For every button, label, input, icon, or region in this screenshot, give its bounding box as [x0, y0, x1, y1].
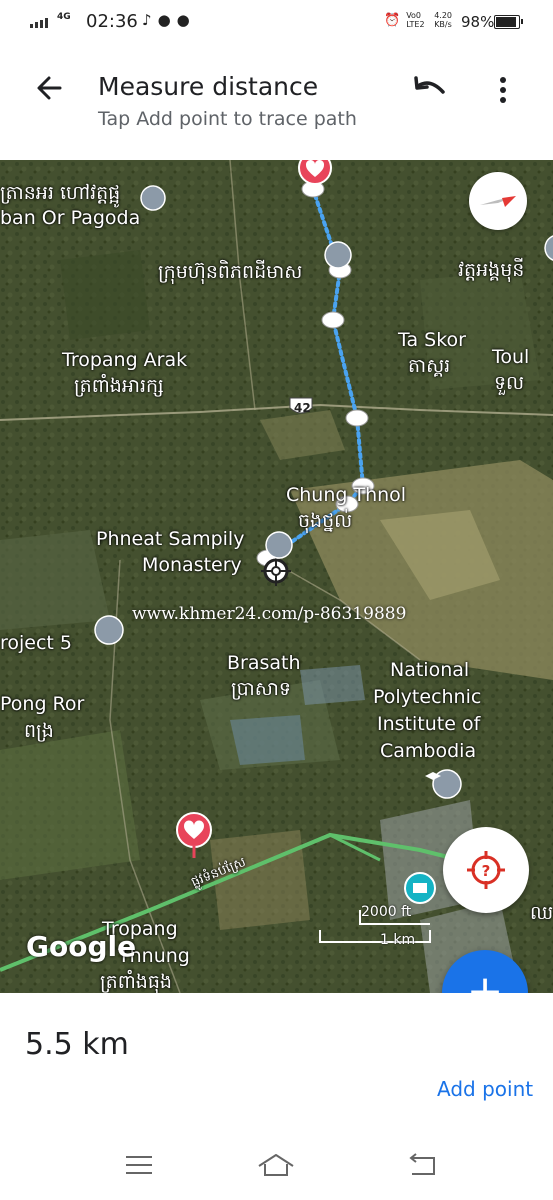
- map-label: ចុងថ្នល់: [298, 510, 353, 532]
- map-label: ត្រពាំងធុង: [100, 971, 172, 993]
- place-pin-icon: [265, 531, 293, 559]
- map-label: Ta Skor: [398, 329, 466, 351]
- map-label: Toul: [492, 346, 530, 368]
- map-label: Monastery: [142, 554, 242, 576]
- system-nav-bar: [0, 1128, 553, 1200]
- map-label: ពង្រ: [24, 720, 54, 742]
- map-label: ឈ: [530, 902, 553, 924]
- map-label: Phneat Sampily: [96, 528, 245, 550]
- my-location-button[interactable]: ?: [443, 827, 529, 913]
- satellite-map[interactable]: ត្រានអរ ហៅវត្តផ្អូ ban Or Pagoda ក្រុមហ៊…: [0, 160, 553, 993]
- bottom-panel: 5.5 km Add point: [0, 993, 553, 1128]
- map-label: ត្រពាំងអារក្ស: [74, 375, 164, 397]
- alarm-icon: ⏰: [384, 12, 401, 28]
- home-icon: [258, 1154, 294, 1176]
- watermark: www.khmer24.com/p-86319889: [132, 604, 407, 624]
- arrow-left-icon: [37, 76, 62, 100]
- map-label: Polytechnic: [373, 686, 482, 708]
- speed-indicator: 4.20 KB/s: [434, 11, 452, 29]
- scale-labels: 2000 ft 1 km: [318, 902, 428, 948]
- clock: 02:36: [86, 11, 138, 32]
- landmark-pin-icon: [404, 872, 436, 904]
- return-icon: [409, 1153, 435, 1175]
- undo-button[interactable]: [410, 70, 450, 110]
- compass-button[interactable]: [469, 172, 527, 230]
- place-pin-icon: [94, 615, 124, 645]
- map-label: ban Or Pagoda: [0, 207, 141, 229]
- notification-icons: ♪●●: [142, 11, 196, 29]
- signal-icon: [30, 18, 48, 28]
- menu-button[interactable]: [120, 1150, 160, 1180]
- map-label: Pong Ror: [0, 693, 85, 715]
- google-logo: Google: [26, 930, 137, 963]
- map-label: Chung Thnol: [286, 484, 407, 506]
- more-options-button[interactable]: [488, 70, 518, 110]
- compass-icon: [480, 196, 516, 207]
- map-label: Cambodia: [380, 740, 477, 762]
- back-nav-button[interactable]: [402, 1150, 442, 1180]
- home-button[interactable]: [256, 1150, 296, 1180]
- add-point-button[interactable]: Add point: [437, 1077, 533, 1101]
- map-label: Tropang Arak: [62, 349, 188, 371]
- map-label: ប្រាសាទ: [231, 678, 291, 700]
- undo-icon: [414, 76, 445, 94]
- battery-icon: [494, 15, 523, 29]
- total-distance: 5.5 km: [25, 1027, 129, 1062]
- svg-text:?: ?: [482, 862, 491, 880]
- back-button[interactable]: [30, 68, 70, 108]
- location-target-icon: ?: [467, 851, 505, 889]
- map-label: ក្រុមហ៊ុនពិភពដីមាស: [158, 261, 303, 283]
- network-type: 4G: [57, 12, 71, 22]
- place-pin-icon: [140, 185, 166, 211]
- map-label: roject 5: [0, 632, 73, 654]
- map-label: តាស្គរ: [408, 355, 451, 377]
- page-subtitle: Tap Add point to trace path: [98, 108, 357, 130]
- scale-km: 1 km: [380, 932, 416, 948]
- page-title: Measure distance: [98, 72, 319, 101]
- scale-feet: 2000 ft: [361, 904, 412, 920]
- battery-percent: 98%: [461, 13, 495, 31]
- menu-icon: [126, 1156, 152, 1174]
- map-label: Brasath: [227, 652, 301, 674]
- status-bar: 4G 02:36 ♪●● ⏰ Vo0 LTE2 4.20 KB/s 98%: [0, 0, 553, 44]
- map-label: វត្តអង្គមុនី: [458, 259, 525, 281]
- app-bar: Measure distance Tap Add point to trace …: [0, 44, 553, 160]
- map-label: Institute of: [377, 713, 481, 735]
- map-label: ត្រានអរ ហៅវត្តផ្អូ: [0, 182, 121, 204]
- lte-indicator: Vo0 LTE2: [406, 11, 425, 29]
- map-label: National: [390, 659, 470, 681]
- map-label: ទួល: [494, 372, 525, 394]
- route-number: 42: [294, 401, 311, 415]
- more-vert-icon: [500, 77, 506, 103]
- place-pin-icon: [324, 241, 352, 269]
